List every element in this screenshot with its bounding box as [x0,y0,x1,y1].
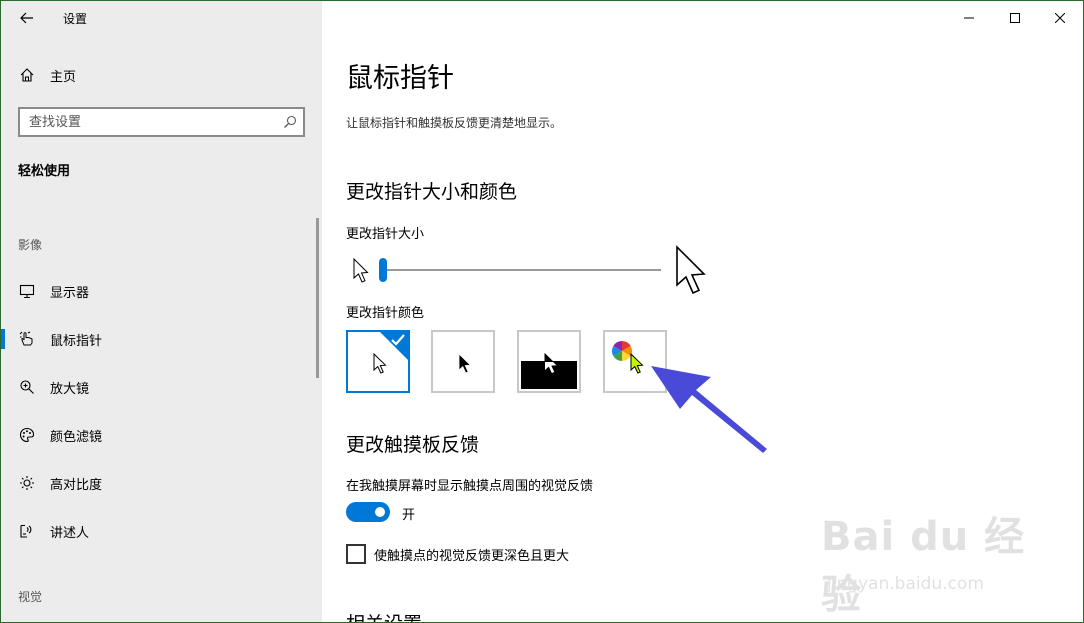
darker-feedback-checkbox[interactable] [346,544,366,564]
titlebar-left: 设置 [1,1,322,35]
page-title: 鼠标指针 [346,63,454,94]
pointer-size-slider[interactable] [379,256,661,284]
sidebar-item-label: 讲述人 [50,525,90,541]
section-heading-related: 相关设置 [346,609,422,622]
page-description: 让鼠标指针和触摸板反馈更清楚地显示。 [346,116,563,130]
watermark-brand: Bai du 经验 [821,514,1026,618]
section-heading-touch-feedback: 更改触摸板反馈 [346,434,480,456]
sidebar-item-label: 鼠标指针 [50,333,103,349]
pointer-size-label: 更改指针大小 [346,227,425,242]
sun-icon [18,474,36,492]
sidebar-item-color-filters[interactable]: 颜色滤镜 [1,415,322,455]
sidebar-item-label: 主页 [50,69,77,85]
app-title: 设置 [63,12,88,26]
sidebar-section-title: 轻松使用 [18,164,71,179]
maximize-icon [1010,13,1020,23]
pointer-color-black-option[interactable] [431,330,495,393]
search-box[interactable] [18,107,305,137]
narrator-icon [18,522,36,540]
white-pointer-icon [373,353,387,374]
toggle-state-text: 开 [402,508,416,523]
toggle-knob [375,507,385,517]
baidu-watermark: Bai du 经验 jingyan.baidu.com [821,504,1051,618]
maximize-button[interactable] [990,1,1040,35]
sidebar-group-label-hearing: 视觉 [18,590,43,604]
sidebar-group-label-vision: 影像 [18,238,43,252]
pointer-color-inverted-option[interactable] [517,330,581,393]
main-content: 鼠标指针 让鼠标指针和触摸板反馈更清楚地显示。 更改指针大小和颜色 更改指针大小… [322,1,1083,622]
sidebar-item-high-contrast[interactable]: 高对比度 [1,463,322,503]
sidebar-item-label: 高对比度 [50,477,103,493]
sidebar-item-display[interactable]: 显示器 [1,271,322,311]
minimize-icon [964,17,974,19]
black-pointer-icon [458,353,472,374]
home-icon [18,66,36,84]
pointer-color-white-option[interactable] [346,330,410,393]
back-button[interactable] [13,5,41,31]
close-icon [1055,13,1065,23]
magnifier-icon [18,378,36,396]
touch-feedback-label: 在我触摸屏幕时显示触摸点周围的视觉反馈 [346,479,594,494]
sidebar-item-mouse-pointer[interactable]: 鼠标指针 [1,319,322,359]
annotation-arrow-icon [651,366,767,453]
search-input[interactable] [20,109,278,135]
touch-feedback-toggle[interactable] [346,502,390,522]
slider-track [381,269,661,271]
palette-icon [18,426,36,444]
sidebar: 设置 主页 轻松使用 影像 显示器 鼠标 [1,1,322,622]
checkmark-icon [391,334,405,346]
back-arrow-icon [20,12,33,24]
lime-pointer-icon [630,353,644,374]
watermark-url: jingyan.baidu.com [827,574,984,594]
pointer-color-label: 更改指针颜色 [346,306,425,321]
search-icon[interactable] [283,115,297,129]
section-heading-size-color: 更改指针大小和颜色 [346,181,518,203]
sidebar-item-label: 显示器 [50,285,90,301]
sidebar-item-label: 放大镜 [50,381,90,397]
sidebar-item-home[interactable]: 主页 [1,61,322,89]
darker-feedback-label: 使触摸点的视觉反馈更深色且更大 [374,549,570,564]
sidebar-scrollbar[interactable] [316,218,319,378]
sidebar-item-magnifier[interactable]: 放大镜 [1,367,322,407]
sidebar-item-label: 颜色滤镜 [50,429,103,445]
sidebar-item-narrator[interactable]: 讲述人 [1,511,322,551]
monitor-icon [18,282,36,300]
slider-thumb[interactable] [379,258,387,282]
mouse-pointer-hand-icon [18,330,36,348]
small-pointer-icon [353,258,369,283]
inverted-pointer-icon [544,353,558,374]
large-pointer-icon [676,245,706,295]
settings-window: 设置 主页 轻松使用 影像 显示器 鼠标 [0,0,1084,623]
minimize-button[interactable] [944,1,994,35]
close-button[interactable] [1035,1,1083,35]
